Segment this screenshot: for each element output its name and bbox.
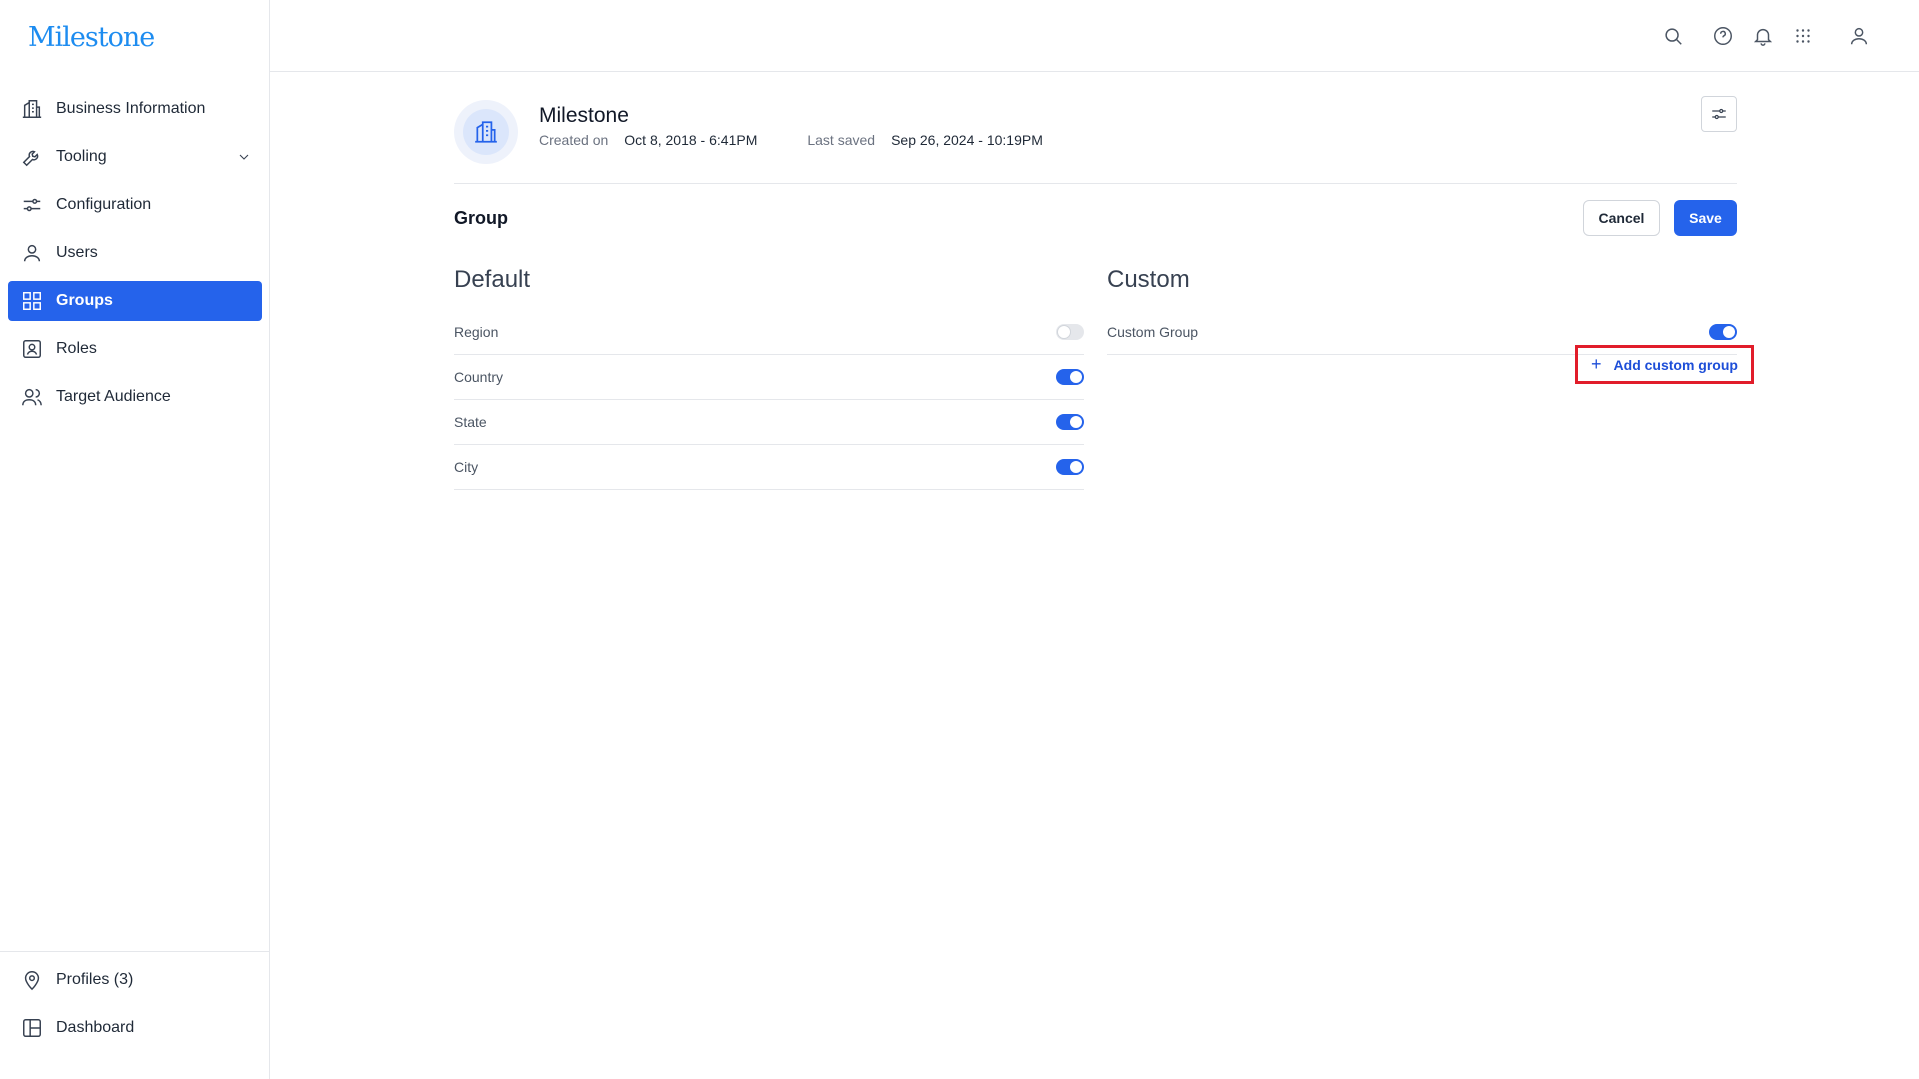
group-row-country: Country [454,355,1084,400]
apps-grid-icon[interactable] [1791,24,1815,48]
group-section-bar: Group Cancel Save [454,184,1737,254]
sidebar-item-label: Profiles (3) [56,971,134,988]
business-header: Milestone Created on Oct 8, 2018 - 6:41P… [454,72,1737,184]
sidebar-item-label: Roles [56,340,97,357]
group-row-label: State [454,414,487,430]
sidebar-item-tooling[interactable]: Tooling [8,137,262,177]
country-toggle[interactable] [1056,369,1084,385]
sidebar-item-label: Target Audience [56,388,171,405]
main-content: Milestone Created on Oct 8, 2018 - 6:41P… [454,72,1754,514]
building-icon [475,121,497,143]
business-avatar-inner [463,109,509,155]
group-row-label: Custom Group [1107,324,1199,340]
section-title: Group [454,208,508,228]
group-row-region: Region [454,310,1084,355]
sidebar-item-business-information[interactable]: Business Information [8,89,262,129]
group-row-label: Country [454,369,504,385]
sidebar-item-groups[interactable]: Groups [8,281,262,321]
sidebar: Milestone Business Information Tooling C… [0,0,270,1079]
default-rows: Region Country State City [454,310,1084,490]
group-columns: Default Region Country State City Custom… [454,254,1754,514]
sliders-icon [20,193,44,217]
business-avatar [454,100,518,164]
saved-label: Last saved [807,132,876,148]
settings-button[interactable] [1701,96,1737,132]
business-meta: Created on Oct 8, 2018 - 6:41PM Last sav… [539,132,1043,148]
sidebar-bottom: Profiles (3) Dashboard [0,951,269,1079]
sidebar-item-label: Tooling [56,148,107,165]
search-icon[interactable] [1661,24,1685,48]
sidebar-item-roles[interactable]: Roles [8,329,262,369]
region-toggle[interactable] [1056,324,1084,340]
sidebar-item-label: Configuration [56,196,152,213]
add-custom-group-button[interactable]: + Add custom group [1575,345,1754,384]
custom-group-toggle[interactable] [1709,324,1737,340]
state-toggle[interactable] [1056,414,1084,430]
saved-value: Sep 26, 2024 - 10:19PM [891,132,1043,148]
sidebar-item-label: Users [56,244,98,261]
business-name: Milestone [539,104,629,127]
sidebar-item-configuration[interactable]: Configuration [8,185,262,225]
plus-icon: + [1591,354,1602,374]
sidebar-item-label: Groups [56,292,113,309]
sidebar-item-label: Business Information [56,100,206,117]
sidebar-item-dashboard[interactable]: Dashboard [8,1008,261,1048]
topbar-icons [1645,24,1871,48]
default-column: Default Region Country State City [454,254,1084,490]
group-row-city: City [454,445,1084,490]
brand-logo[interactable]: Milestone [28,22,155,53]
add-custom-group-label: Add custom group [1613,356,1738,373]
custom-column: Custom Custom Group + Add custom group [1107,254,1754,384]
group-row-label: City [454,459,479,475]
help-icon[interactable] [1711,24,1735,48]
group-row-label: Region [454,324,499,340]
sliders-icon [1712,108,1726,120]
users-icon [20,385,44,409]
account-icon[interactable] [1847,24,1871,48]
created-label: Created on [539,132,609,148]
chevron-down-icon[interactable] [236,149,252,165]
building-icon [20,97,44,121]
grid-icon [20,289,44,313]
city-toggle[interactable] [1056,459,1084,475]
sidebar-item-users[interactable]: Users [8,233,262,273]
location-pin-icon [20,968,44,992]
wrench-icon [20,145,44,169]
app-root: Milestone Business Information Tooling C… [0,0,1919,1079]
layout-icon [20,1016,44,1040]
cancel-button[interactable]: Cancel [1583,200,1660,236]
sidebar-item-target-audience[interactable]: Target Audience [8,377,262,417]
custom-title: Custom [1107,266,1190,293]
sidebar-item-profiles[interactable]: Profiles (3) [8,960,261,1000]
id-badge-icon [20,337,44,361]
bell-icon[interactable] [1751,24,1775,48]
sidebar-item-label: Dashboard [56,1019,135,1036]
topbar [270,0,1919,72]
user-icon [20,241,44,265]
created-value: Oct 8, 2018 - 6:41PM [624,132,758,148]
sidebar-nav: Business Information Tooling Configurati… [8,89,262,425]
default-title: Default [454,266,531,293]
group-row-state: State [454,400,1084,445]
save-button[interactable]: Save [1674,200,1737,236]
